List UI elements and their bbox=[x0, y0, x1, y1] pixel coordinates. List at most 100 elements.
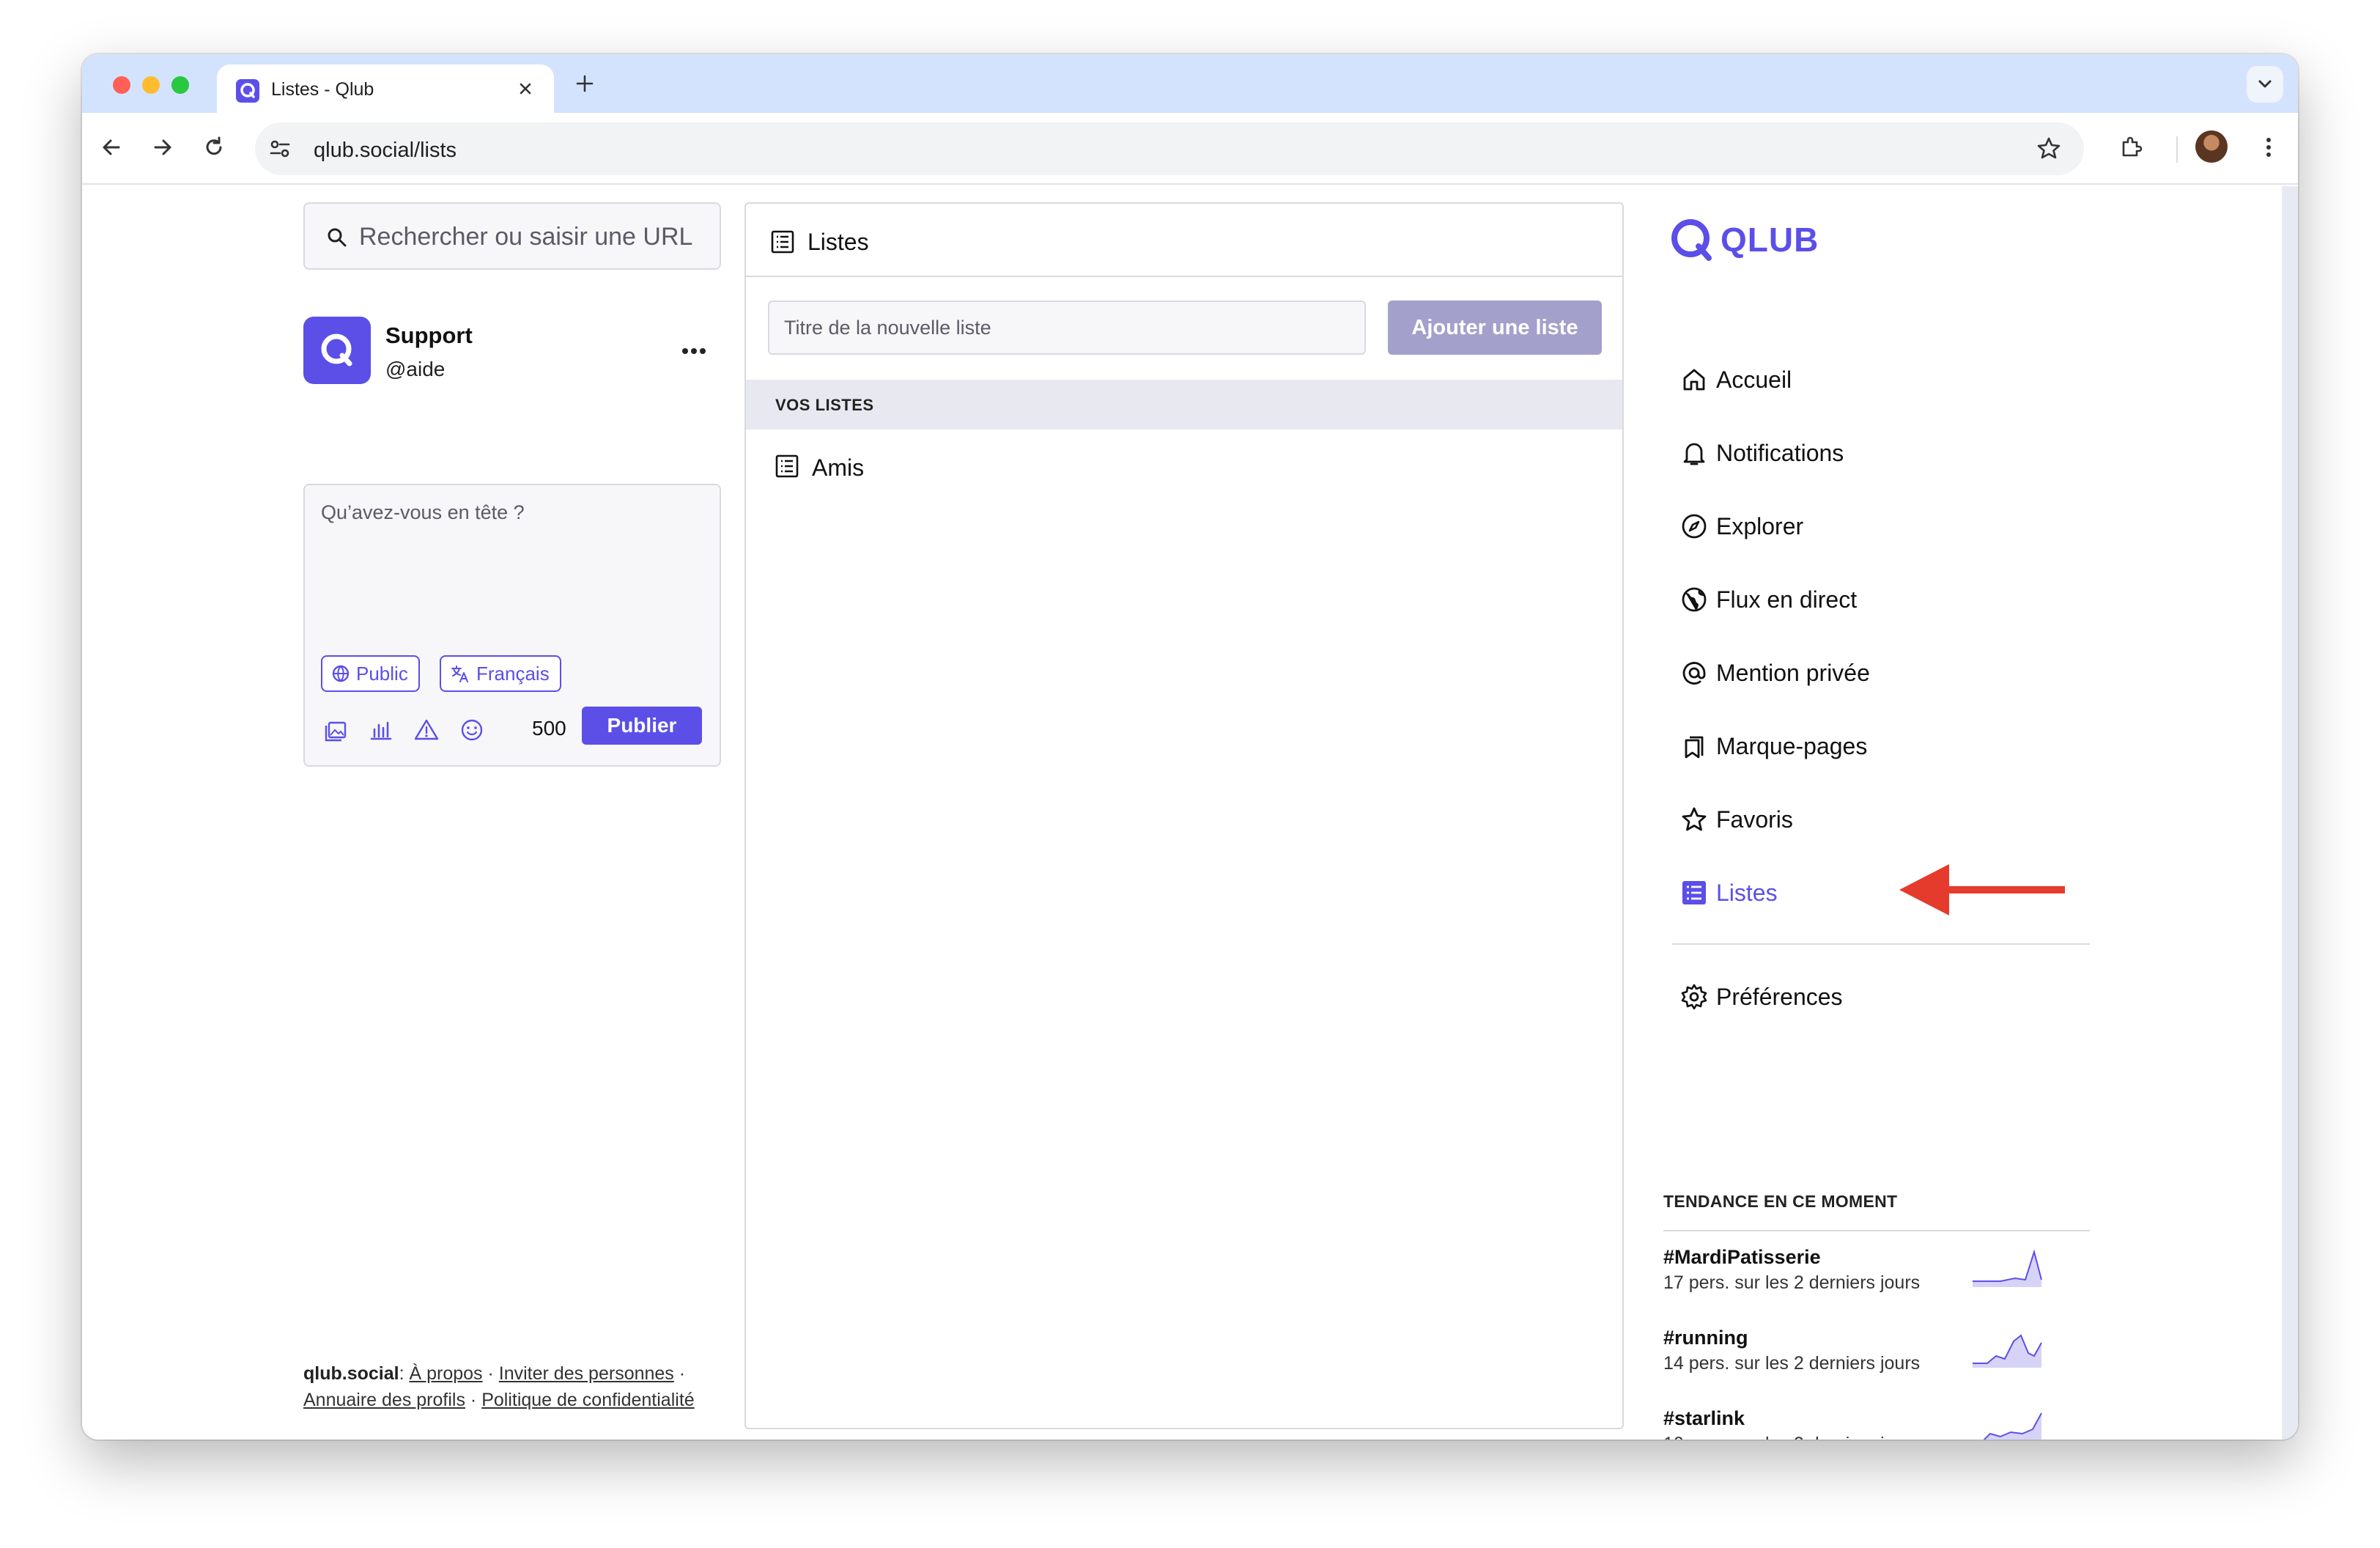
compass-icon bbox=[1682, 514, 1707, 539]
nav-label: Notifications bbox=[1716, 440, 1844, 466]
add-list-button[interactable]: Ajouter une liste bbox=[1388, 301, 1602, 355]
emoji-icon[interactable] bbox=[459, 717, 485, 743]
trend-item[interactable]: #MardiPatisserie 17 pers. sur les 2 dern… bbox=[1663, 1246, 2090, 1319]
more-options-icon[interactable] bbox=[676, 342, 712, 361]
nav-item-home[interactable]: Accueil bbox=[1672, 358, 2082, 402]
trend-item[interactable]: #starlink 10 pers. sur les 2 derniers jo… bbox=[1663, 1407, 2090, 1440]
zoom-window-button[interactable] bbox=[171, 76, 189, 94]
scrollbar[interactable] bbox=[2282, 186, 2298, 1440]
nav-label: Mention privée bbox=[1716, 660, 1870, 686]
footer-link-invite[interactable]: Inviter des personnes bbox=[499, 1363, 674, 1384]
tab-close-icon[interactable] bbox=[513, 76, 538, 101]
profile-handle[interactable]: @aide bbox=[385, 358, 445, 381]
page-title: Listes bbox=[808, 229, 869, 255]
avatar[interactable] bbox=[303, 317, 371, 384]
trend-subtitle: 14 pers. sur les 2 derniers jours bbox=[1663, 1353, 1921, 1374]
search-input[interactable] bbox=[359, 217, 703, 257]
qlub-logo-icon bbox=[1671, 219, 1712, 261]
minimize-window-button[interactable] bbox=[142, 76, 160, 94]
at-icon bbox=[1682, 662, 1706, 685]
bookmark-icon bbox=[1685, 736, 1704, 759]
profile-name[interactable]: Support bbox=[385, 322, 473, 349]
bookmark-star-icon[interactable] bbox=[2034, 134, 2063, 163]
compose-box: Public Français 500 Publier bbox=[303, 484, 721, 767]
footer-link-about[interactable]: À propos bbox=[410, 1363, 483, 1384]
list-icon bbox=[771, 230, 794, 254]
publish-button[interactable]: Publier bbox=[582, 707, 702, 745]
trend-tag[interactable]: #starlink bbox=[1663, 1407, 1745, 1430]
nav-label: Marque-pages bbox=[1716, 733, 1868, 759]
list-icon bbox=[1682, 881, 1706, 904]
logo-text: QLUB bbox=[1721, 221, 1819, 259]
url-text[interactable]: qlub.social/lists bbox=[314, 139, 457, 163]
home-icon bbox=[1683, 369, 1705, 391]
poll-icon[interactable] bbox=[368, 717, 394, 743]
close-window-button[interactable] bbox=[113, 76, 130, 94]
address-bar[interactable]: qlub.social/lists bbox=[255, 122, 2084, 175]
globe-icon bbox=[1682, 587, 1707, 612]
qlub-logo[interactable]: QLUB bbox=[1668, 215, 1818, 264]
nav-item-notifications[interactable]: Notifications bbox=[1672, 431, 2082, 475]
reload-icon[interactable] bbox=[199, 133, 229, 162]
trend-subtitle: 10 pers. sur les 2 derniers jours bbox=[1663, 1434, 1920, 1440]
trending-divider bbox=[1663, 1230, 2090, 1231]
menu-kebab-icon[interactable] bbox=[2254, 133, 2283, 162]
chevron-down-icon bbox=[2258, 80, 2272, 88]
site-settings-icon[interactable] bbox=[267, 136, 293, 162]
back-arrow-icon[interactable] bbox=[97, 133, 126, 162]
bell-icon bbox=[1683, 443, 1705, 465]
nav-label: Favoris bbox=[1716, 806, 1793, 833]
browser-toolbar: qlub.social/lists bbox=[82, 113, 2298, 185]
nav-item-favorites[interactable]: Favoris bbox=[1672, 797, 2082, 841]
globe-icon bbox=[332, 665, 350, 682]
new-list-title-input[interactable] bbox=[768, 301, 1366, 355]
visibility-button[interactable]: Public bbox=[321, 655, 420, 692]
nav-label: Flux en direct bbox=[1716, 586, 1858, 613]
lists-panel: Listes Ajouter une liste VOS LISTES Amis bbox=[744, 202, 1624, 1429]
nav-label: Listes bbox=[1716, 880, 1778, 906]
nav-item-preferences[interactable]: Préférences bbox=[1672, 975, 2082, 1019]
tab-strip: Listes - Qlub bbox=[82, 54, 2298, 113]
trend-tag[interactable]: #MardiPatisserie bbox=[1663, 1246, 1821, 1269]
lists-header: Listes bbox=[746, 204, 1622, 277]
nav-item-private-mention[interactable]: Mention privée bbox=[1672, 651, 2082, 695]
translate-icon bbox=[451, 666, 468, 682]
browser-window: Listes - Qlub qlub.social/lists Recherch… bbox=[82, 54, 2298, 1440]
gear-icon bbox=[1681, 984, 1707, 1010]
nav-item-live-feed[interactable]: Flux en direct bbox=[1672, 578, 2082, 622]
add-media-icon[interactable] bbox=[322, 717, 349, 743]
page-content: Support @aide Public Français bbox=[82, 186, 2298, 1440]
sparkline-icon bbox=[1973, 1249, 2042, 1287]
qlub-favicon-icon bbox=[236, 79, 259, 103]
character-counter: 500 bbox=[532, 717, 566, 740]
nav-item-explore[interactable]: Explorer bbox=[1672, 504, 2082, 548]
nav-label: Explorer bbox=[1716, 513, 1804, 539]
nav-divider bbox=[1672, 943, 2090, 945]
profile-avatar-icon[interactable] bbox=[2195, 130, 2228, 163]
content-warning-icon[interactable] bbox=[413, 717, 440, 743]
tab-search-button[interactable] bbox=[2247, 66, 2283, 103]
list-item-label: Amis bbox=[812, 454, 865, 481]
new-tab-icon[interactable] bbox=[572, 70, 598, 97]
list-item[interactable]: Amis bbox=[746, 430, 1622, 506]
trend-tag[interactable]: #running bbox=[1663, 1327, 1748, 1349]
nav-item-bookmarks[interactable]: Marque-pages bbox=[1672, 724, 2082, 768]
footer-link-privacy[interactable]: Politique de confidentialité bbox=[481, 1390, 694, 1410]
language-button[interactable]: Français bbox=[440, 655, 561, 692]
trend-item[interactable]: #running 14 pers. sur les 2 derniers jou… bbox=[1663, 1327, 2090, 1400]
footer-site: qlub.social bbox=[303, 1363, 399, 1384]
compose-textarea[interactable] bbox=[321, 501, 702, 633]
tab-title: Listes - Qlub bbox=[271, 79, 374, 100]
search-box[interactable] bbox=[303, 202, 721, 270]
footer-link-directory[interactable]: Annuaire des profils bbox=[303, 1390, 465, 1410]
list-icon bbox=[775, 454, 799, 478]
forward-arrow-icon[interactable] bbox=[148, 133, 177, 162]
browser-tab[interactable]: Listes - Qlub bbox=[217, 64, 554, 113]
nav-label: Accueil bbox=[1716, 366, 1792, 393]
qlub-logo-icon bbox=[321, 333, 352, 366]
sparkline-icon bbox=[1983, 1412, 2042, 1440]
search-icon bbox=[328, 228, 347, 247]
visibility-label: Public bbox=[356, 662, 408, 685]
your-lists-section-header: VOS LISTES bbox=[746, 380, 1622, 430]
extensions-icon[interactable] bbox=[2116, 133, 2146, 162]
